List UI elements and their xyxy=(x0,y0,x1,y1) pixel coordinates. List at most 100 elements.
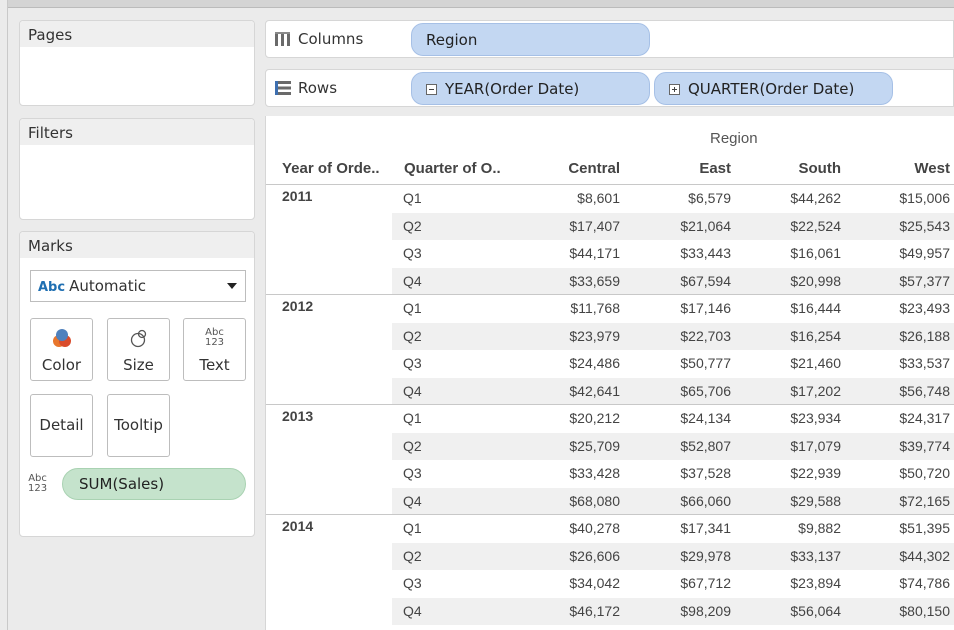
west-sales-cell[interactable]: $24,317 xyxy=(860,410,950,426)
east-sales-cell[interactable]: $24,134 xyxy=(641,410,731,426)
east-sales-cell[interactable]: $22,703 xyxy=(641,328,731,344)
quarter-cell[interactable]: Q4 xyxy=(403,383,422,399)
south-sales-cell[interactable]: $16,444 xyxy=(751,300,841,316)
south-sales-cell[interactable]: $33,137 xyxy=(751,548,841,564)
size-button[interactable]: Size xyxy=(107,318,170,381)
south-sales-cell[interactable]: $22,524 xyxy=(751,218,841,234)
central-sales-cell[interactable]: $44,171 xyxy=(530,245,620,261)
year-label[interactable]: 2011 xyxy=(282,188,312,204)
year-label[interactable]: 2012 xyxy=(282,298,313,314)
south-sales-cell[interactable]: $9,882 xyxy=(751,520,841,536)
quarter-cell[interactable]: Q2 xyxy=(403,438,422,454)
south-sales-cell[interactable]: $20,998 xyxy=(751,273,841,289)
quarter-cell[interactable]: Q2 xyxy=(403,218,422,234)
quarter-cell[interactable]: Q1 xyxy=(403,300,422,316)
mark-type-dropdown[interactable]: Abc Automatic xyxy=(30,270,246,302)
west-sales-cell[interactable]: $56,748 xyxy=(860,383,950,399)
west-sales-cell[interactable]: $39,774 xyxy=(860,438,950,454)
detail-button[interactable]: Detail xyxy=(30,394,93,457)
east-header[interactable]: East xyxy=(641,160,731,177)
south-sales-cell[interactable]: $22,939 xyxy=(751,465,841,481)
quarter-cell[interactable]: Q3 xyxy=(403,575,422,591)
pages-card[interactable]: Pages xyxy=(19,20,255,106)
quarter-cell[interactable]: Q3 xyxy=(403,245,422,261)
east-sales-cell[interactable]: $17,341 xyxy=(641,520,731,536)
east-sales-cell[interactable]: $37,528 xyxy=(641,465,731,481)
west-sales-cell[interactable]: $49,957 xyxy=(860,245,950,261)
south-sales-cell[interactable]: $44,262 xyxy=(751,190,841,206)
collapse-icon[interactable] xyxy=(426,84,437,95)
central-sales-cell[interactable]: $24,486 xyxy=(530,355,620,371)
quarter-cell[interactable]: Q1 xyxy=(403,520,422,536)
east-sales-cell[interactable]: $52,807 xyxy=(641,438,731,454)
central-sales-cell[interactable]: $68,080 xyxy=(530,493,620,509)
year-label[interactable]: 2014 xyxy=(282,518,313,534)
columns-shelf[interactable]: Columns Region xyxy=(265,20,954,58)
year-order-date-pill[interactable]: YEAR(Order Date) xyxy=(411,72,650,105)
quarter-cell[interactable]: Q4 xyxy=(403,493,422,509)
south-sales-cell[interactable]: $21,460 xyxy=(751,355,841,371)
central-sales-cell[interactable]: $8,601 xyxy=(530,190,620,206)
central-header[interactable]: Central xyxy=(530,160,620,177)
west-sales-cell[interactable]: $23,493 xyxy=(860,300,950,316)
central-sales-cell[interactable]: $17,407 xyxy=(530,218,620,234)
central-sales-cell[interactable]: $23,979 xyxy=(530,328,620,344)
quarter-header[interactable]: Quarter of O.. xyxy=(404,160,501,177)
south-sales-cell[interactable]: $16,061 xyxy=(751,245,841,261)
west-sales-cell[interactable]: $80,150 xyxy=(860,603,950,619)
quarter-cell[interactable]: Q4 xyxy=(403,603,422,619)
west-sales-cell[interactable]: $44,302 xyxy=(860,548,950,564)
east-sales-cell[interactable]: $66,060 xyxy=(641,493,731,509)
year-header[interactable]: Year of Orde.. xyxy=(282,160,380,177)
east-sales-cell[interactable]: $6,579 xyxy=(641,190,731,206)
quarter-cell[interactable]: Q4 xyxy=(403,273,422,289)
south-sales-cell[interactable]: $23,934 xyxy=(751,410,841,426)
south-sales-cell[interactable]: $16,254 xyxy=(751,328,841,344)
text-button[interactable]: Abc 123 Text xyxy=(183,318,246,381)
central-sales-cell[interactable]: $46,172 xyxy=(530,603,620,619)
south-sales-cell[interactable]: $23,894 xyxy=(751,575,841,591)
west-sales-cell[interactable]: $26,188 xyxy=(860,328,950,344)
east-sales-cell[interactable]: $17,146 xyxy=(641,300,731,316)
east-sales-cell[interactable]: $21,064 xyxy=(641,218,731,234)
sum-sales-pill[interactable]: SUM(Sales) xyxy=(62,468,246,500)
south-sales-cell[interactable]: $17,202 xyxy=(751,383,841,399)
west-sales-cell[interactable]: $57,377 xyxy=(860,273,950,289)
expand-icon[interactable] xyxy=(669,84,680,95)
central-sales-cell[interactable]: $34,042 xyxy=(530,575,620,591)
south-header[interactable]: South xyxy=(751,160,842,177)
south-sales-cell[interactable]: $17,079 xyxy=(751,438,841,454)
west-sales-cell[interactable]: $74,786 xyxy=(860,575,950,591)
quarter-cell[interactable]: Q1 xyxy=(403,190,422,206)
quarter-cell[interactable]: Q3 xyxy=(403,355,422,371)
east-sales-cell[interactable]: $29,978 xyxy=(641,548,731,564)
quarter-cell[interactable]: Q3 xyxy=(403,465,422,481)
central-sales-cell[interactable]: $11,768 xyxy=(530,300,620,316)
central-sales-cell[interactable]: $33,428 xyxy=(530,465,620,481)
quarter-order-date-pill[interactable]: QUARTER(Order Date) xyxy=(654,72,893,105)
east-sales-cell[interactable]: $50,777 xyxy=(641,355,731,371)
central-sales-cell[interactable]: $40,278 xyxy=(530,520,620,536)
central-sales-cell[interactable]: $25,709 xyxy=(530,438,620,454)
west-sales-cell[interactable]: $25,543 xyxy=(860,218,950,234)
west-sales-cell[interactable]: $15,006 xyxy=(860,190,950,206)
west-sales-cell[interactable]: $33,537 xyxy=(860,355,950,371)
east-sales-cell[interactable]: $33,443 xyxy=(641,245,731,261)
color-button[interactable]: Color xyxy=(30,318,93,381)
central-sales-cell[interactable]: $26,606 xyxy=(530,548,620,564)
central-sales-cell[interactable]: $42,641 xyxy=(530,383,620,399)
west-sales-cell[interactable]: $50,720 xyxy=(860,465,950,481)
filters-card[interactable]: Filters xyxy=(19,118,255,220)
south-sales-cell[interactable]: $29,588 xyxy=(751,493,841,509)
quarter-cell[interactable]: Q1 xyxy=(403,410,422,426)
rows-shelf[interactable]: Rows YEAR(Order Date) QUARTER(Order Date… xyxy=(265,69,954,107)
west-sales-cell[interactable]: $51,395 xyxy=(860,520,950,536)
east-sales-cell[interactable]: $65,706 xyxy=(641,383,731,399)
east-sales-cell[interactable]: $67,712 xyxy=(641,575,731,591)
central-sales-cell[interactable]: $20,212 xyxy=(530,410,620,426)
west-sales-cell[interactable]: $72,165 xyxy=(860,493,950,509)
region-column-header[interactable]: Region xyxy=(710,130,758,147)
central-sales-cell[interactable]: $33,659 xyxy=(530,273,620,289)
quarter-cell[interactable]: Q2 xyxy=(403,548,422,564)
tooltip-button[interactable]: Tooltip xyxy=(107,394,170,457)
